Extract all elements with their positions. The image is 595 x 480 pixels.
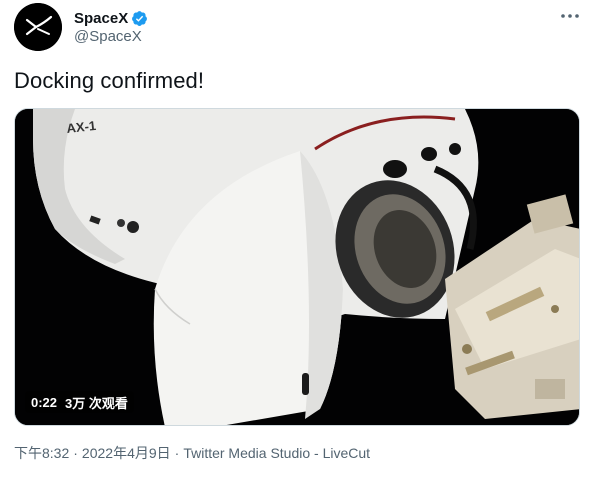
avatar[interactable] [14,3,62,51]
spacex-logo-icon [14,3,62,51]
video-info-overlay: 0:22 3万 次观看 [25,391,134,413]
video-player[interactable]: AX-1 0:22 3万 次观看 [14,108,580,426]
video-view-count: 3万 次观看 [65,395,128,411]
tweet-text: Docking confirmed! [14,68,205,93]
more-options-button[interactable] [558,8,582,24]
author-name-row[interactable]: SpaceX [74,8,148,28]
tweet-time[interactable]: 下午8:32 [14,445,69,461]
tweet-metadata: 下午8:32 · 2022年4月9日 · Twitter Media Studio - … [14,443,370,463]
video-duration: 0:22 [31,394,58,410]
user-handle[interactable]: @SpaceX [74,28,142,45]
tweet-card: SpaceX @SpaceX Docking confirmed! AX-1 0… [0,0,595,480]
meta-separator: · [73,445,78,461]
video-thumbnail: AX-1 [15,109,579,425]
verified-badge-icon [131,10,148,27]
tweet-date[interactable]: 2022年4月9日 [82,445,171,461]
more-options-icon [561,14,579,18]
capsule-label: AX-1 [66,118,97,136]
meta-separator: · [174,445,180,461]
display-name[interactable]: SpaceX [74,10,128,27]
tweet-source[interactable]: Twitter Media Studio - LiveCut [183,445,370,461]
